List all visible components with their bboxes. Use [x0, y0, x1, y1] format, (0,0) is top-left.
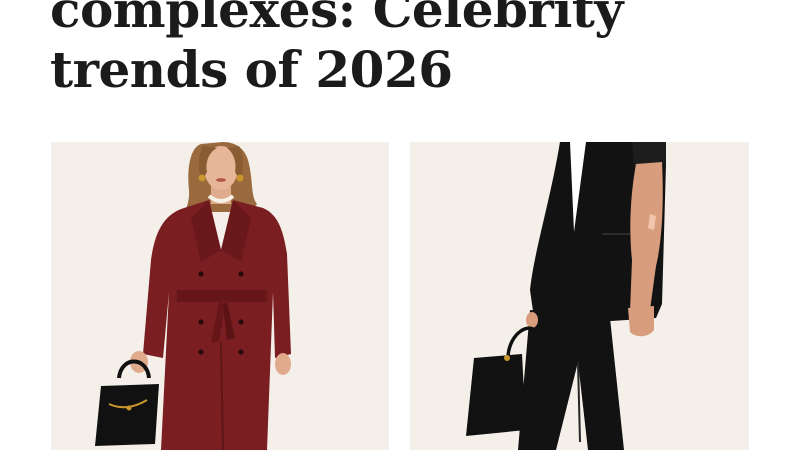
- handbag-buckle: [504, 355, 510, 361]
- coat-button: [238, 319, 244, 325]
- handbag: [466, 354, 526, 436]
- illustration-black-suit: [410, 142, 749, 450]
- burgundy-coat-figure-svg: [51, 142, 389, 450]
- handbag-buckle: [126, 405, 132, 411]
- article-page: complexes: Celebrity trends of 2026: [0, 0, 800, 450]
- handbag: [95, 384, 159, 446]
- coat-button: [238, 271, 244, 277]
- belt: [177, 290, 267, 302]
- earring-left: [198, 174, 206, 182]
- coat-button: [198, 319, 204, 325]
- hand-right: [275, 353, 291, 375]
- black-suit-figure-svg: [410, 142, 749, 450]
- illustration-burgundy-coat: [51, 142, 389, 450]
- coat-button: [238, 349, 244, 355]
- coat-button: [198, 349, 204, 355]
- headline-line-2: trends of 2026: [50, 40, 453, 99]
- hand-right: [628, 306, 654, 337]
- article-headline: complexes: Celebrity trends of 2026: [50, 0, 623, 100]
- earring-right: [236, 174, 244, 182]
- lips: [216, 178, 226, 182]
- hand-left: [526, 312, 538, 328]
- headline-line-1: complexes: Celebrity: [50, 0, 623, 39]
- coat-button: [198, 271, 204, 277]
